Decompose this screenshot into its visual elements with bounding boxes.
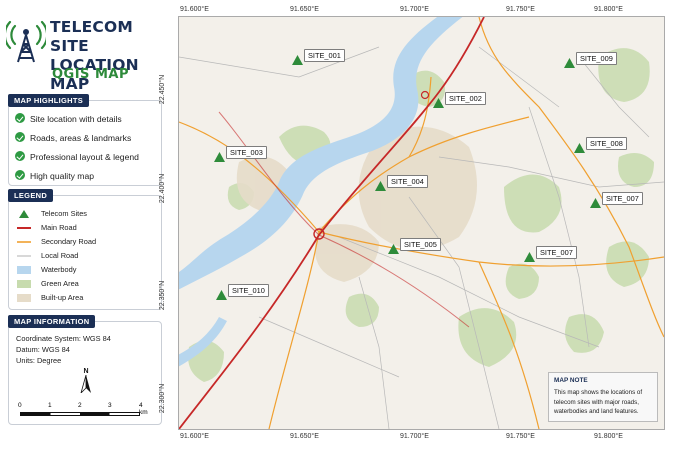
coordinate-system: Coordinate System: WGS 84	[16, 334, 111, 343]
north-label: N	[83, 368, 89, 375]
map-note-title: MAP NOTE	[554, 377, 588, 384]
sidebar: TELECOM SITE LOCATION MAP QGIS MAP MAP H…	[0, 0, 172, 453]
site-marker[interactable]: SITE_007	[590, 192, 643, 213]
site-label: SITE_008	[586, 137, 627, 150]
triangle-icon	[590, 198, 601, 208]
app-title-line1: TELECOM SITE	[50, 18, 134, 55]
triangle-icon	[214, 152, 225, 162]
site-label: SITE_007	[536, 246, 577, 259]
triangle-icon	[574, 143, 585, 153]
brand: TELECOM SITE LOCATION MAP QGIS MAP	[6, 16, 172, 93]
map-canvas[interactable]: SITE_001 SITE_002 SITE_003 SITE_004 SITE…	[178, 16, 665, 430]
check-icon	[15, 170, 25, 180]
map-note-line: waterbodies and land features.	[554, 408, 639, 415]
check-icon	[15, 151, 25, 161]
triangle-icon	[433, 98, 444, 108]
site-marker[interactable]: SITE_008	[574, 137, 627, 158]
map-note-line: This map shows the locations of	[554, 389, 643, 396]
site-marker[interactable]: SITE_001	[292, 49, 345, 70]
legend-header: LEGEND	[8, 189, 54, 202]
site-marker[interactable]: SITE_003	[214, 146, 267, 167]
tower-icon	[6, 20, 46, 63]
highlights-header: MAP HIGHLIGHTS	[8, 94, 90, 107]
site-marker[interactable]: SITE_002	[433, 92, 486, 113]
site-marker[interactable]: SITE_005	[388, 238, 441, 259]
site-label: SITE_004	[387, 175, 428, 188]
triangle-icon	[524, 252, 535, 262]
local-road-swatch	[17, 255, 31, 257]
waterbody-swatch	[17, 266, 31, 274]
highlights-panel: MAP HIGHLIGHTS Site location with detail…	[8, 94, 162, 186]
app-title: TELECOM SITE LOCATION MAP	[50, 18, 172, 94]
triangle-icon	[19, 210, 29, 218]
site-label: SITE_007	[602, 192, 643, 205]
triangle-icon	[388, 244, 399, 254]
site-marker[interactable]: SITE_004	[375, 175, 428, 196]
legend-panel: LEGEND Telecom Sites Main Road Secondary…	[8, 189, 162, 310]
site-label: SITE_001	[304, 49, 345, 62]
main-road-swatch	[17, 227, 31, 229]
secondary-road-swatch	[17, 241, 31, 243]
units: Units: Degree	[16, 356, 62, 365]
map-note: MAP NOTE This map shows the locations of…	[548, 372, 658, 422]
triangle-icon	[216, 290, 227, 300]
scale-bar: 0 1 2 3 4 km	[18, 402, 148, 416]
check-icon	[15, 113, 25, 123]
triangle-icon	[564, 58, 575, 68]
site-label: SITE_005	[400, 238, 441, 251]
site-marker[interactable]: SITE_010	[216, 284, 269, 305]
map-info-panel: MAP INFORMATION Coordinate System: WGS 8…	[8, 315, 162, 425]
check-icon	[15, 132, 25, 142]
triangle-icon	[375, 181, 386, 191]
site-label: SITE_003	[226, 146, 267, 159]
site-label: SITE_009	[576, 52, 617, 65]
green-area-swatch	[17, 280, 31, 288]
builtup-area-swatch	[17, 294, 31, 302]
site-label: SITE_010	[228, 284, 269, 297]
app-subtitle: QGIS MAP	[52, 67, 129, 82]
site-marker[interactable]: SITE_007	[524, 246, 577, 267]
site-label: SITE_002	[445, 92, 486, 105]
site-marker[interactable]: SITE_009	[564, 52, 617, 73]
map-info-header: MAP INFORMATION	[8, 315, 96, 328]
map-basemap	[179, 17, 664, 429]
map-note-line: telecom sites with major roads,	[554, 398, 639, 406]
north-arrow-icon	[80, 374, 91, 395]
north-arrow: N	[79, 368, 93, 398]
triangle-icon	[292, 55, 303, 65]
scale-bar-graphic	[20, 412, 140, 416]
datum: Datum: WGS 84	[16, 345, 70, 354]
